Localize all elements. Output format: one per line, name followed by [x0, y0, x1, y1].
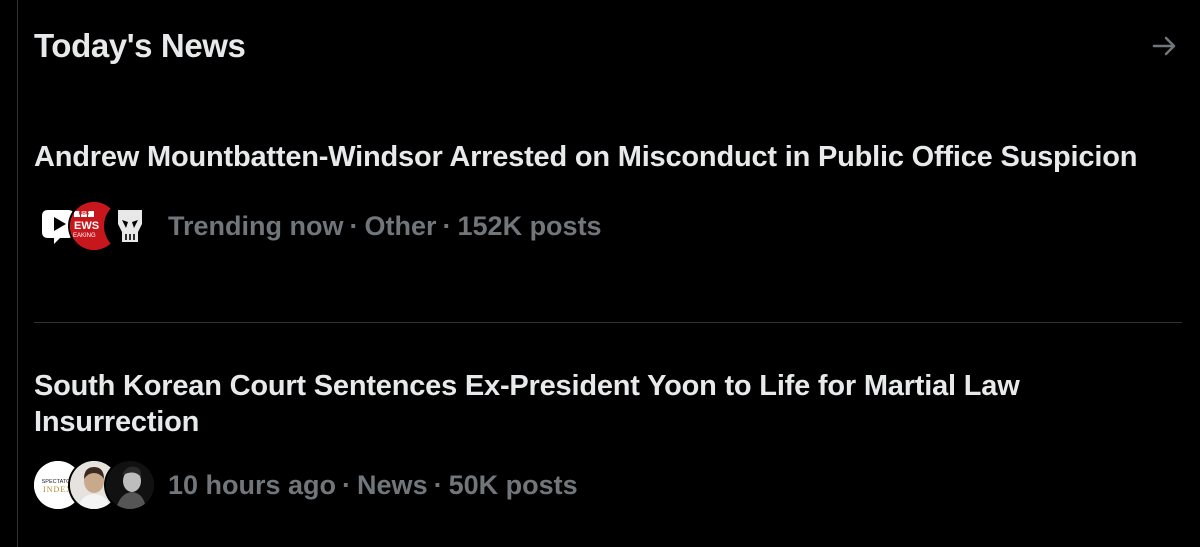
news-story[interactable]: Andrew Mountbatten-Windsor Arrested on M…	[34, 139, 1182, 251]
story-meta-text: 10 hours ago · News · 50K posts	[168, 470, 578, 501]
meta-separator: ·	[433, 469, 443, 500]
story-headline[interactable]: South Korean Court Sentences Ex-Presiden…	[34, 368, 1164, 440]
story-meta-text: Trending now · Other · 152K posts	[168, 211, 602, 242]
news-text: EWS	[74, 220, 99, 232]
story-category: News	[357, 469, 428, 500]
story-time: Trending now	[168, 210, 344, 241]
bbc-text: BBC	[79, 211, 90, 217]
story-headline[interactable]: Andrew Mountbatten-Windsor Arrested on M…	[34, 139, 1164, 175]
story-category: Other	[364, 210, 437, 241]
meta-separator: ·	[442, 210, 452, 241]
story-meta: BBC EWS EAKING Trending now · Other · 15…	[34, 201, 1182, 251]
source-avatars: SPECTATOR INDEX	[34, 461, 154, 509]
skull-logo-avatar	[106, 202, 154, 250]
meta-separator: ·	[349, 210, 359, 241]
story-post-count: 152K posts	[457, 210, 602, 241]
story-post-count: 50K posts	[448, 469, 578, 500]
arrow-right-icon	[1152, 36, 1176, 56]
skull-icon	[106, 202, 154, 250]
story-time: 10 hours ago	[168, 469, 337, 500]
source-avatars: BBC EWS EAKING	[34, 202, 154, 250]
portrait-photo-icon	[106, 461, 154, 509]
section-header: Today's News	[34, 22, 1182, 70]
news-story[interactable]: South Korean Court Sentences Ex-Presiden…	[34, 368, 1182, 510]
story-divider	[34, 322, 1182, 323]
meta-separator: ·	[342, 469, 352, 500]
index-text: INDEX	[43, 485, 73, 494]
story-meta: SPECTATOR INDEX 10 hours ago · News · 50…	[34, 460, 1182, 510]
portrait-avatar	[106, 461, 154, 509]
breaking-text: EAKING	[73, 233, 96, 239]
show-more-button[interactable]	[1148, 29, 1182, 63]
todays-news-panel: Today's News Andrew Mountbatten-Windsor …	[18, 0, 1200, 547]
section-title: Today's News	[34, 27, 246, 64]
